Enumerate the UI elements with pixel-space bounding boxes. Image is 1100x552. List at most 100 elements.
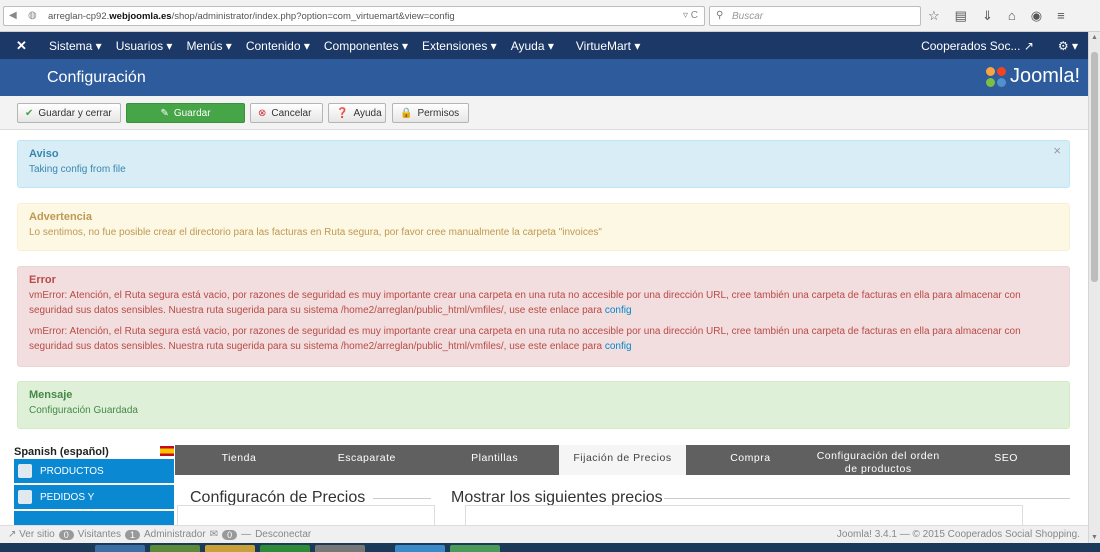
show-prices-panel [465, 505, 1023, 525]
page-header: Configuración Joomla! [0, 59, 1088, 96]
tab-seo[interactable]: SEO [942, 445, 1070, 475]
message-alert-title: Mensaje [29, 389, 73, 401]
error-message-1: vmError: Atención, el Ruta segura está v… [29, 290, 1021, 316]
tab-plantillas[interactable]: Plantillas [431, 445, 559, 475]
message-icon: ✉ [209, 529, 219, 540]
cancel-icon: ⊗ [258, 107, 267, 119]
menu-usuarios[interactable]: Usuarios ▾ [116, 39, 173, 53]
external-link-icon: ↗ [1023, 39, 1034, 53]
nav-right: Cooperados Soc... ↗ ⚙ ▾ [921, 39, 1078, 53]
home-icon[interactable]: ⌂ [1008, 8, 1016, 24]
menu-contenido[interactable]: Contenido ▾ [246, 39, 310, 53]
taskbar-app[interactable] [260, 545, 310, 552]
site-name-link[interactable]: Cooperados Soc... ↗ [921, 39, 1034, 53]
joomla-flower-icon [985, 66, 1006, 87]
joomla-mini-icon[interactable]: ✕ [16, 38, 27, 54]
view-site-link[interactable]: ↗ Ver sitio [8, 529, 55, 540]
browser-search-input[interactable]: ⚲ Buscar [709, 6, 921, 26]
message-count: 0 [222, 529, 238, 540]
back-arrow-icon[interactable]: ◀ [9, 10, 17, 21]
edit-icon: ✎ [160, 107, 169, 119]
close-icon[interactable]: × [1053, 143, 1061, 158]
tab-fijacion-precios[interactable]: Fijación de Precios [558, 445, 687, 475]
pocket-icon[interactable]: ◉ [1031, 8, 1042, 24]
logout-link[interactable]: Desconectar [255, 529, 311, 540]
tab-compra[interactable]: Compra [686, 445, 814, 475]
spain-flag-icon[interactable] [160, 446, 174, 456]
action-toolbar: ✔ Guardar y cerrar ✎ Guardar ⊗ Cancelar ❓ Ay… [0, 96, 1088, 130]
tab-escaparate[interactable]: Escaparate [303, 445, 431, 475]
taskbar-app[interactable] [150, 545, 200, 552]
taskbar-app[interactable] [95, 545, 145, 552]
admin-label: Administrador [143, 529, 206, 540]
reading-list-icon[interactable]: ▤ [955, 8, 967, 24]
warning-alert-title: Advertencia [29, 211, 92, 223]
config-link-1[interactable]: config [605, 305, 632, 316]
save-button[interactable]: ✎ Guardar [126, 103, 245, 123]
reload-icon[interactable]: ▿ C [683, 10, 698, 21]
orders-icon [18, 490, 32, 504]
url-text: arreglan-cp92.webjoomla.es/shop/administ… [48, 11, 455, 22]
check-icon: ✔ [25, 107, 34, 119]
logout-icon: — [241, 529, 252, 540]
sidebar-item-products[interactable]: PRODUCTOS [14, 459, 174, 483]
page-scrollbar[interactable]: ▲ ▼ [1088, 32, 1100, 543]
page-title: Configuración [47, 69, 146, 86]
permissions-button[interactable]: 🔒 Permisos [392, 103, 469, 123]
error-alert: Error vmError: Atención, el Ruta segura … [17, 266, 1070, 367]
menu-ayuda[interactable]: Ayuda ▾ [511, 39, 554, 53]
products-icon [18, 464, 32, 478]
message-alert: Mensaje Configuración Guardada [17, 381, 1070, 429]
sidebar-item-orders[interactable]: PEDIDOS Y [14, 485, 174, 509]
config-link-2[interactable]: config [605, 341, 632, 352]
menu-menus[interactable]: Menús ▾ [186, 39, 231, 53]
search-placeholder: Buscar [732, 11, 764, 22]
taskbar-app[interactable] [205, 545, 255, 552]
tab-tienda[interactable]: Tienda [175, 445, 303, 475]
browser-chrome: ◀ ◍ arreglan-cp92.webjoomla.es/shop/admi… [0, 0, 1100, 32]
help-button[interactable]: ❓ Ayuda [328, 103, 386, 123]
bookmark-star-icon[interactable]: ☆ [928, 8, 940, 24]
os-taskbar [0, 543, 1100, 552]
url-bar[interactable]: ◀ ◍ arreglan-cp92.webjoomla.es/shop/admi… [3, 6, 705, 26]
cancel-button[interactable]: ⊗ Cancelar [250, 103, 323, 123]
scroll-thumb[interactable] [1091, 52, 1098, 282]
language-label: Spanish (español) [14, 446, 109, 458]
footer-text: Joomla! 3.4.1 — © 2015 Cooperados Social… [836, 529, 1080, 540]
admin-count: 1 [124, 529, 140, 540]
browser-toolbar-icons: ☆ ▤ ⇓ ⌂ ◉ ≡ [928, 8, 1065, 24]
menu-componentes[interactable]: Componentes ▾ [324, 39, 408, 53]
price-config-panel [177, 505, 435, 525]
save-close-button[interactable]: ✔ Guardar y cerrar [17, 103, 121, 123]
divider [664, 498, 1070, 499]
joomla-logo-text: Joomla! [1009, 65, 1080, 87]
info-alert-text: Taking config from file [29, 164, 126, 175]
menu-extensiones[interactable]: Extensiones ▾ [422, 39, 497, 53]
warning-alert-text: Lo sentimos, no fue posible crear el dir… [29, 227, 602, 238]
tab-orden-productos[interactable]: Configuración del orden de productos [814, 445, 942, 475]
message-alert-text: Configuración Guardada [29, 405, 138, 416]
menu-sistema[interactable]: Sistema ▾ [49, 39, 102, 53]
scroll-down-icon[interactable]: ▼ [1091, 534, 1098, 541]
taskbar-app[interactable] [395, 545, 445, 552]
user-settings-menu[interactable]: ⚙ ▾ [1058, 39, 1078, 53]
error-message-2: vmError: Atención, el Ruta segura está v… [29, 326, 1021, 352]
download-icon[interactable]: ⇓ [982, 8, 993, 24]
lock-icon: 🔒 [400, 107, 413, 119]
config-tabs: Tienda Escaparate Plantillas Fijación de… [175, 445, 1070, 475]
info-alert-title: Aviso [29, 148, 59, 160]
admin-navbar: ✕ Sistema ▾ Usuarios ▾ Menús ▾ Contenido… [0, 32, 1088, 59]
menu-icon[interactable]: ≡ [1057, 8, 1065, 24]
taskbar-app[interactable] [315, 545, 365, 552]
taskbar-app[interactable] [450, 545, 500, 552]
info-alert: × Aviso Taking config from file [17, 140, 1070, 188]
menu-virtuemart[interactable]: VirtueMart ▾ [576, 39, 641, 53]
question-icon: ❓ [336, 107, 349, 119]
globe-icon: ◍ [28, 10, 37, 21]
sidebar-item-more[interactable] [14, 511, 174, 525]
error-alert-title: Error [29, 274, 56, 286]
main-menu: Sistema ▾ Usuarios ▾ Menús ▾ Contenido ▾… [49, 39, 640, 53]
scroll-up-icon[interactable]: ▲ [1091, 34, 1098, 41]
visitors-count: 0 [58, 529, 74, 540]
warning-alert: Advertencia Lo sentimos, no fue posible … [17, 203, 1070, 251]
